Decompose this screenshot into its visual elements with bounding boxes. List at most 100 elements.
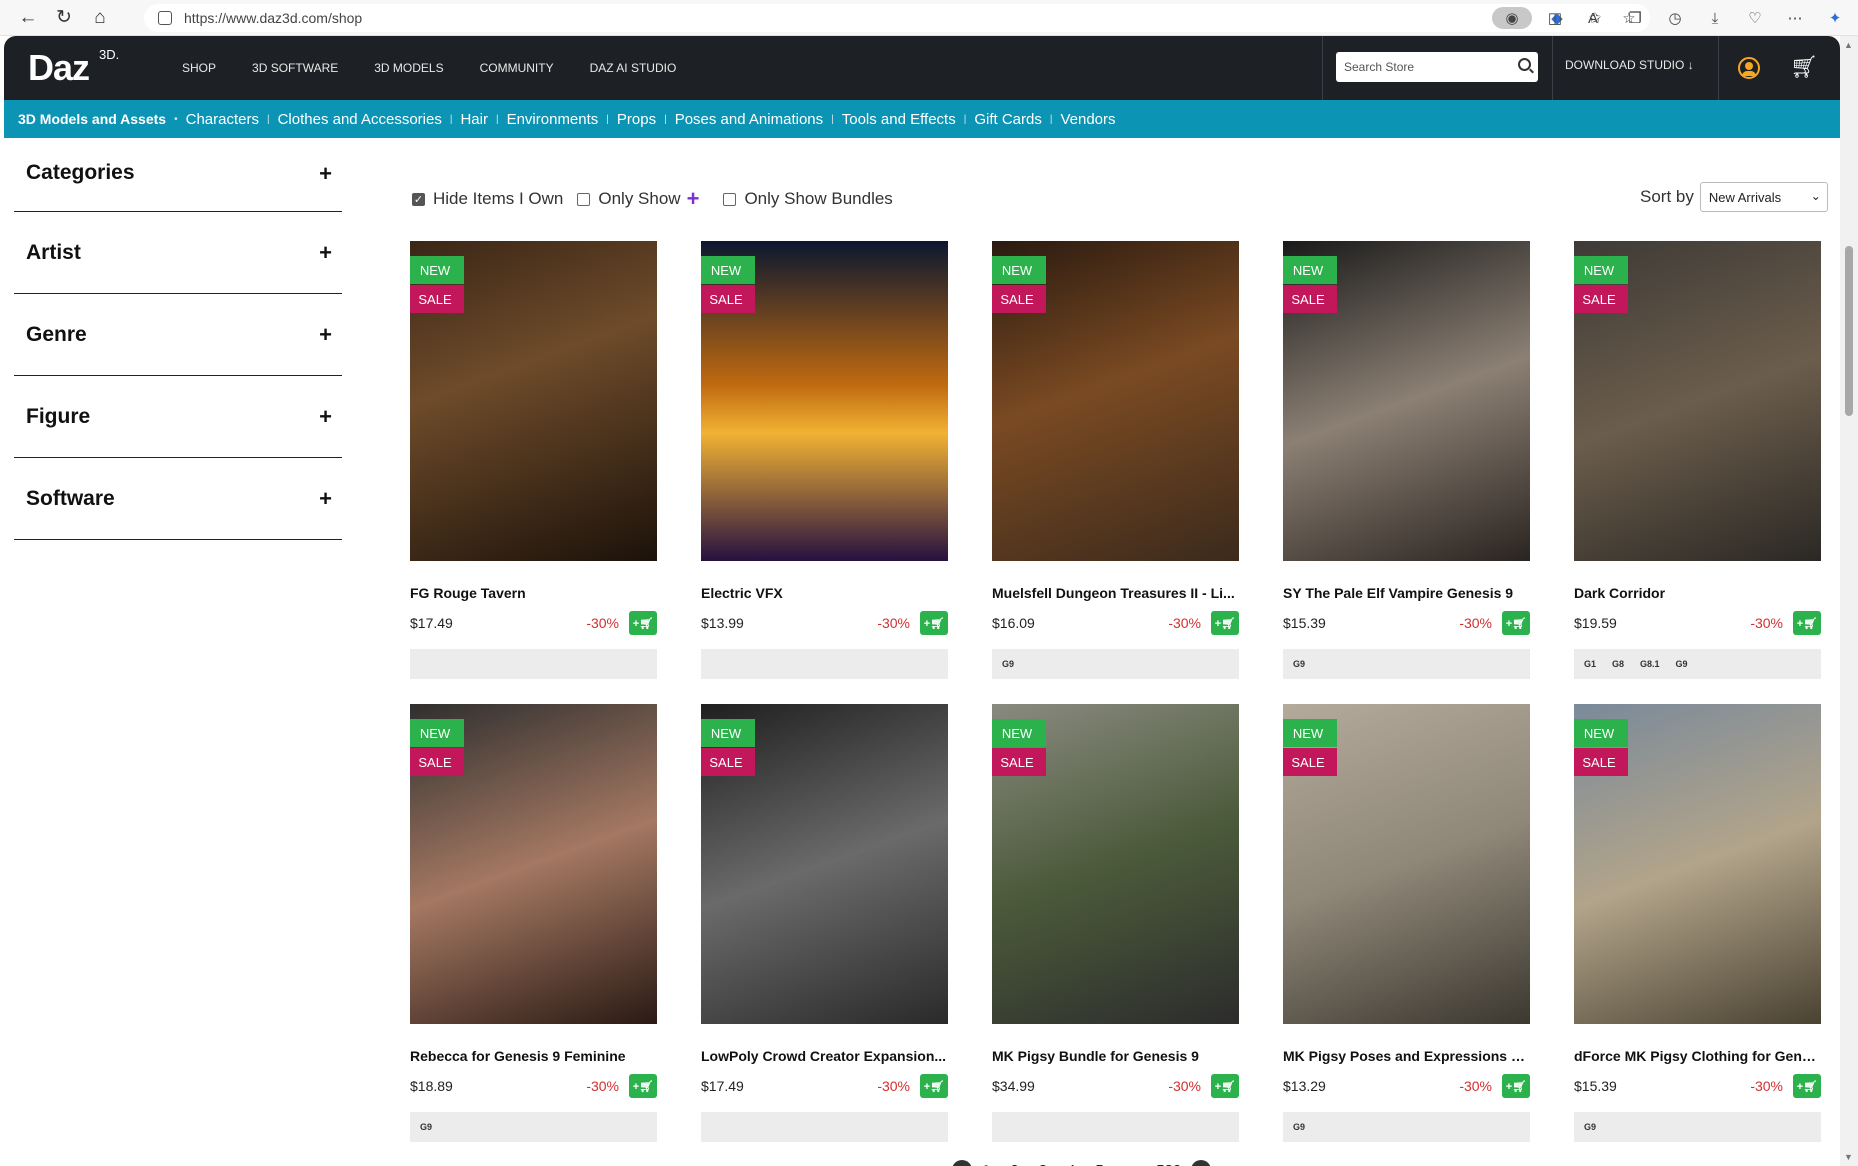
filter-categories[interactable]: Categories +: [14, 144, 342, 212]
nav-3d-software[interactable]: 3D SOFTWARE: [234, 61, 356, 75]
product-name[interactable]: Muelsfell Dungeon Treasures II - Li...: [992, 585, 1239, 601]
product-image[interactable]: NEW SALE: [1574, 704, 1821, 1024]
page-last[interactable]: 582: [1156, 1162, 1181, 1166]
add-to-cart-icon[interactable]: +🛒︎: [629, 1074, 657, 1098]
sort-select[interactable]: New Arrivals ⌄: [1699, 182, 1828, 212]
product-card[interactable]: NEW SALE Rebecca for Genesis 9 Feminine $18…: [410, 704, 657, 1142]
subnav-poses[interactable]: Poses and Animations: [675, 111, 823, 128]
product-image[interactable]: NEW SALE: [1574, 241, 1821, 561]
page-2[interactable]: 2: [1010, 1162, 1018, 1166]
product-image[interactable]: NEW SALE: [1283, 241, 1530, 561]
split-screen-icon[interactable]: ◫: [1544, 7, 1566, 29]
product-image[interactable]: NEW SALE: [701, 704, 948, 1024]
subnav-tools[interactable]: Tools and Effects: [842, 111, 956, 128]
scroll-up-icon[interactable]: ▲: [1844, 40, 1853, 50]
subnav-gift-cards[interactable]: Gift Cards: [974, 111, 1042, 128]
page-4[interactable]: 4: [1067, 1162, 1075, 1166]
subnav-characters[interactable]: Characters: [186, 111, 259, 128]
filter-software[interactable]: Software +: [14, 458, 342, 540]
copilot-icon[interactable]: ✦: [1824, 7, 1846, 29]
add-to-cart-icon[interactable]: +🛒︎: [1793, 611, 1821, 635]
scrollbar-thumb[interactable]: [1845, 246, 1853, 416]
page-1[interactable]: 1: [982, 1162, 990, 1166]
product-card[interactable]: NEW SALE LowPoly Crowd Creator Expansion..…: [701, 704, 948, 1142]
product-name[interactable]: FG Rouge Tavern: [410, 585, 657, 601]
product-name[interactable]: MK Pigsy Poses and Expressions S...: [1283, 1048, 1530, 1064]
only-bundles-checkbox[interactable]: [723, 192, 737, 206]
subnav-vendors[interactable]: Vendors: [1060, 111, 1115, 128]
collections-icon[interactable]: ❐: [1624, 7, 1646, 29]
scroll-down-icon[interactable]: ▼: [1844, 1152, 1853, 1162]
product-image[interactable]: NEW SALE: [992, 241, 1239, 561]
product-image[interactable]: NEW SALE: [701, 241, 948, 561]
add-to-cart-icon[interactable]: +🛒︎: [1793, 1074, 1821, 1098]
product-name[interactable]: SY The Pale Elf Vampire Genesis 9: [1283, 585, 1530, 601]
subnav-props[interactable]: Props: [617, 111, 656, 128]
more-menu-icon[interactable]: ⋯: [1784, 7, 1806, 29]
product-name[interactable]: LowPoly Crowd Creator Expansion...: [701, 1048, 948, 1064]
add-to-cart-icon[interactable]: +🛒︎: [1502, 1074, 1530, 1098]
download-studio-link[interactable]: DOWNLOAD STUDIO ↓: [1565, 58, 1694, 72]
product-card[interactable]: NEW SALE MK Pigsy Bundle for Genesis 9 $34.…: [992, 704, 1239, 1142]
hide-owned-option[interactable]: ✓ Hide Items I Own: [412, 189, 563, 209]
product-name[interactable]: Rebecca for Genesis 9 Feminine: [410, 1048, 657, 1064]
product-image[interactable]: NEW SALE: [410, 241, 657, 561]
plus-icon[interactable]: +: [319, 486, 332, 512]
tracking-prevention-icon[interactable]: ◉: [1492, 7, 1532, 29]
history-icon[interactable]: ◷: [1664, 7, 1686, 29]
add-to-cart-icon[interactable]: +🛒︎: [920, 1074, 948, 1098]
product-card[interactable]: NEW SALE SY The Pale Elf Vampire Genesis 9…: [1283, 241, 1530, 679]
product-card[interactable]: NEW SALE Dark Corridor $19.59 -30% +🛒︎ G1 G8 G8.…: [1574, 241, 1821, 679]
account-icon[interactable]: [1738, 57, 1760, 79]
subnav-environments[interactable]: Environments: [507, 111, 599, 128]
prev-page-icon[interactable]: ‹: [952, 1160, 972, 1166]
product-card[interactable]: NEW SALE FG Rouge Tavern $17.49 -30% +🛒︎: [410, 241, 657, 679]
search-input[interactable]: Search Store: [1336, 52, 1538, 82]
product-card[interactable]: NEW SALE MK Pigsy Poses and Expressions S.…: [1283, 704, 1530, 1142]
plus-icon[interactable]: +: [319, 404, 332, 430]
hide-owned-checkbox[interactable]: ✓: [412, 192, 425, 206]
product-card[interactable]: NEW SALE dForce MK Pigsy Clothing for Gene…: [1574, 704, 1821, 1142]
filter-genre[interactable]: Genre +: [14, 294, 342, 376]
add-to-cart-icon[interactable]: +🛒︎: [1502, 611, 1530, 635]
subnav-3d-models-and-assets[interactable]: 3D Models and Assets: [18, 111, 166, 127]
product-name[interactable]: MK Pigsy Bundle for Genesis 9: [992, 1048, 1239, 1064]
nav-shop[interactable]: SHOP: [164, 61, 234, 75]
page-3[interactable]: 3: [1039, 1162, 1047, 1166]
nav-3d-models[interactable]: 3D MODELS: [356, 61, 461, 75]
address-bar[interactable]: https://www.daz3d.com/shop ◉ ◆ A ☆: [144, 4, 1650, 32]
product-image[interactable]: NEW SALE: [1283, 704, 1530, 1024]
daz-logo[interactable]: Daz 3D.: [28, 47, 138, 89]
downloads-icon[interactable]: ⤓: [1704, 7, 1726, 29]
search-icon[interactable]: [1518, 58, 1531, 71]
subnav-clothes[interactable]: Clothes and Accessories: [278, 111, 442, 128]
only-bundles-option[interactable]: Only Show Bundles: [723, 189, 893, 209]
filter-figure[interactable]: Figure +: [14, 376, 342, 458]
next-page-icon[interactable]: ›: [1191, 1160, 1212, 1166]
favorites-icon[interactable]: ✩: [1584, 7, 1606, 29]
filter-artist[interactable]: Artist +: [14, 212, 342, 294]
performance-icon[interactable]: ♡: [1744, 7, 1766, 29]
product-name[interactable]: Dark Corridor: [1574, 585, 1821, 601]
product-name[interactable]: dForce MK Pigsy Clothing for Gene...: [1574, 1048, 1821, 1064]
plus-icon[interactable]: +: [319, 161, 332, 187]
only-show-checkbox[interactable]: [577, 192, 591, 206]
cart-icon[interactable]: 🛒︎: [1790, 54, 1818, 80]
product-name[interactable]: Electric VFX: [701, 585, 948, 601]
product-image[interactable]: NEW SALE: [410, 704, 657, 1024]
nav-community[interactable]: COMMUNITY: [462, 61, 572, 75]
add-to-cart-icon[interactable]: +🛒︎: [1211, 611, 1239, 635]
add-to-cart-icon[interactable]: +🛒︎: [920, 611, 948, 635]
product-card[interactable]: NEW SALE Muelsfell Dungeon Treasures II - …: [992, 241, 1239, 679]
only-show-option[interactable]: Only Show +: [577, 186, 709, 212]
back-icon[interactable]: ←: [10, 4, 46, 32]
subnav-hair[interactable]: Hair: [460, 111, 488, 128]
page-scrollbar[interactable]: ▲ ▼: [1840, 36, 1858, 1166]
nav-daz-ai-studio[interactable]: DAZ AI STUDIO: [572, 61, 695, 75]
plus-icon[interactable]: +: [319, 240, 332, 266]
product-card[interactable]: NEW SALE Electric VFX $13.99 -30% +🛒︎: [701, 241, 948, 679]
refresh-icon[interactable]: ↻: [46, 4, 82, 32]
product-image[interactable]: NEW SALE: [992, 704, 1239, 1024]
add-to-cart-icon[interactable]: +🛒︎: [1211, 1074, 1239, 1098]
home-icon[interactable]: ⌂: [82, 4, 118, 32]
